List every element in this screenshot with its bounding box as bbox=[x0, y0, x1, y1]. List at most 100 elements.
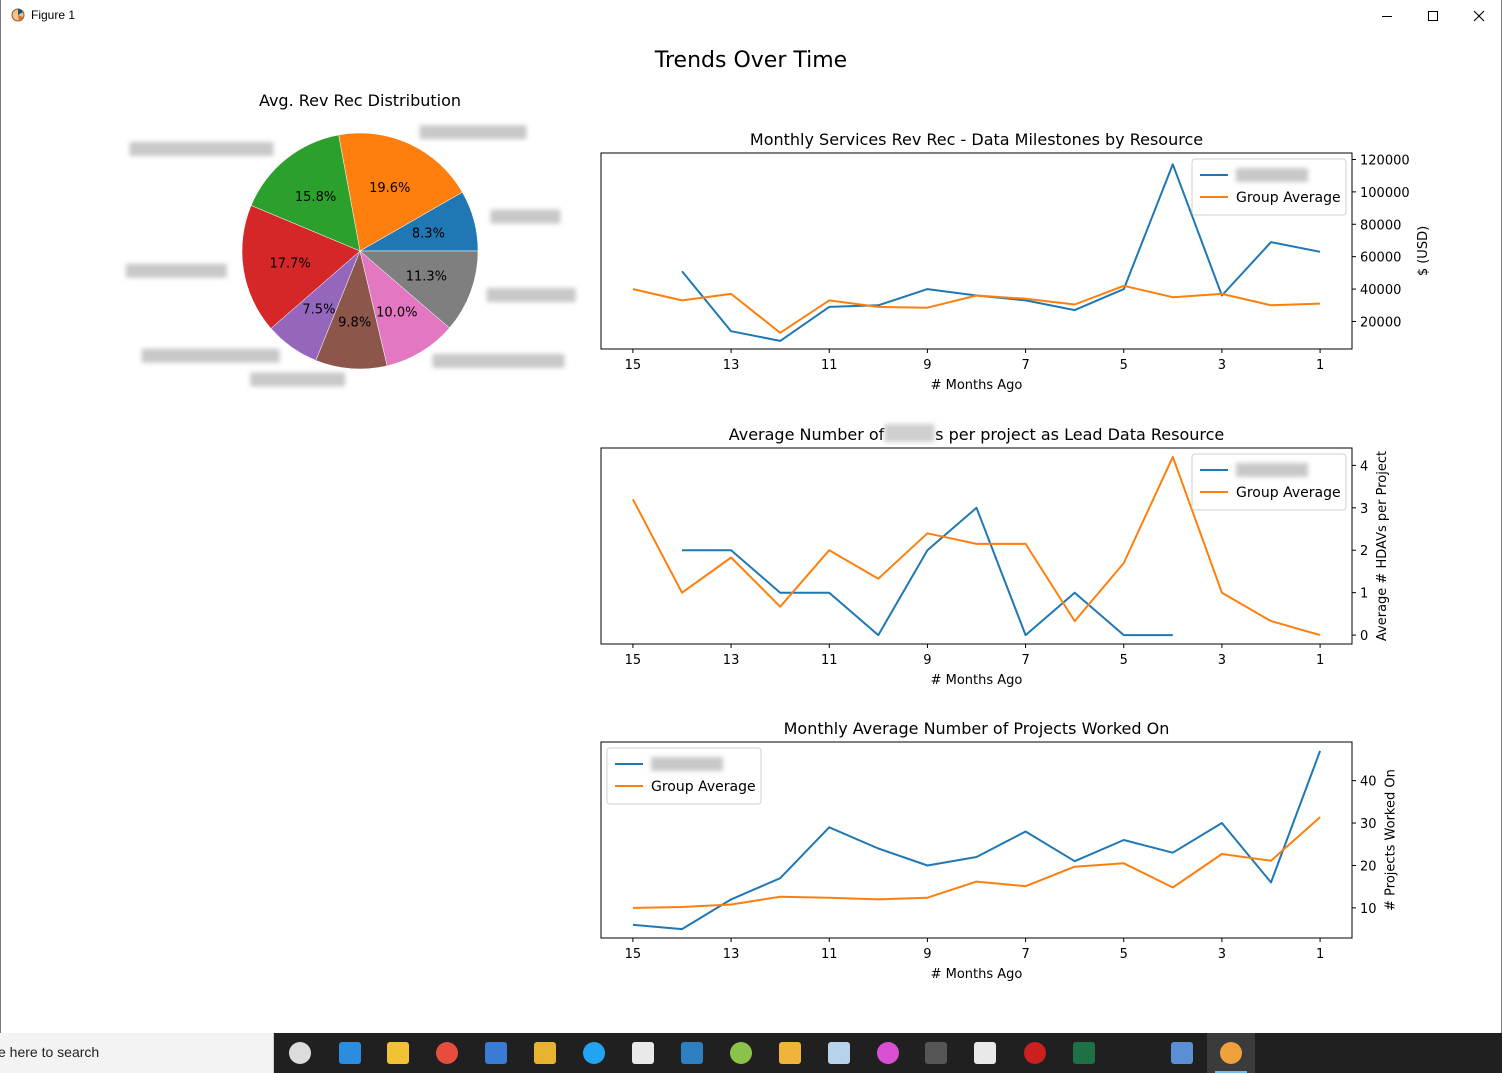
chat-app-icon bbox=[632, 1042, 654, 1064]
chart-title-part: Average Number of bbox=[729, 425, 890, 444]
taskbar-button-vscode[interactable] bbox=[570, 1033, 618, 1073]
x-tick-label: 13 bbox=[723, 358, 740, 373]
red-app-icon bbox=[1024, 1042, 1046, 1064]
taskbar-button-chat-app-2[interactable] bbox=[961, 1033, 1009, 1073]
pie-pct-label: 11.3% bbox=[406, 270, 447, 285]
taskbar-button-terminal[interactable] bbox=[912, 1033, 960, 1073]
x-tick-label: 13 bbox=[723, 947, 740, 962]
taskbar-button-task-view[interactable] bbox=[276, 1033, 324, 1073]
pie-chart: Avg. Rev Rec Distribution 8.3% 19.6% 15.8% 1… bbox=[125, 91, 576, 387]
taskbar-button-tools-app[interactable] bbox=[521, 1033, 569, 1073]
pie-pct-label: 7.5% bbox=[302, 303, 335, 318]
x-tick-label: 11 bbox=[821, 653, 838, 668]
line-chart-hdavs: Average Number of s per project as Lead … bbox=[600, 424, 1390, 688]
task-view-icon bbox=[289, 1042, 311, 1064]
x-tick-label: 7 bbox=[1021, 358, 1029, 373]
x-tick-label: 9 bbox=[923, 358, 931, 373]
taskbar-button-file-explorer[interactable] bbox=[374, 1033, 422, 1073]
pie-label-redacted bbox=[125, 263, 227, 278]
close-button[interactable] bbox=[1456, 0, 1502, 31]
maximize-button[interactable] bbox=[1410, 0, 1456, 31]
pie-pct-label: 17.7% bbox=[269, 256, 310, 271]
taskbar-button-chrome[interactable] bbox=[423, 1033, 471, 1073]
minimize-button[interactable] bbox=[1364, 0, 1410, 31]
pie-label-redacted bbox=[419, 125, 527, 140]
y-tick-label: 80000 bbox=[1360, 218, 1401, 233]
taskbar-button-eraser-app[interactable] bbox=[815, 1033, 863, 1073]
taskbar-search-box[interactable]: e here to search bbox=[0, 1033, 274, 1073]
taskbar-button-excel[interactable] bbox=[1060, 1033, 1108, 1073]
legend-label-redacted bbox=[1236, 463, 1308, 477]
taskbar-button-datagrip[interactable] bbox=[864, 1033, 912, 1073]
pie-title: Avg. Rev Rec Distribution bbox=[259, 91, 461, 110]
notepad-app-icon bbox=[730, 1042, 752, 1064]
taskbar-button-folder-person[interactable] bbox=[766, 1033, 814, 1073]
legend-box bbox=[606, 747, 762, 805]
y-tick-label: 2 bbox=[1360, 544, 1368, 559]
x-tick-label: 1 bbox=[1316, 358, 1324, 373]
y-tick-label: 0 bbox=[1360, 629, 1368, 644]
legend-label: Group Average bbox=[651, 779, 756, 795]
x-tick-label: 1 bbox=[1316, 947, 1324, 962]
matplotlib-app-icon bbox=[11, 8, 25, 22]
x-tick-label: 15 bbox=[625, 947, 642, 962]
chart-title: Average Number of s per project as Lead … bbox=[729, 425, 1225, 444]
figure-window: Figure 1 Trends Over Time Avg. Rev Rec D… bbox=[0, 0, 1502, 1033]
pie-pct-label: 15.8% bbox=[295, 190, 336, 205]
chart-title: Monthly Average Number of Projects Worke… bbox=[784, 719, 1170, 738]
legend-label-redacted bbox=[651, 757, 723, 771]
chart-title-part: s per project as Lead Data Resource bbox=[935, 425, 1224, 444]
x-tick-label: 13 bbox=[723, 653, 740, 668]
y-tick-label: 30 bbox=[1360, 817, 1377, 832]
series-line bbox=[682, 506, 1173, 637]
network-app-icon bbox=[485, 1042, 507, 1064]
s-app-icon bbox=[681, 1042, 703, 1064]
pie-label-redacted bbox=[432, 353, 565, 368]
x-tick-label: 15 bbox=[625, 653, 642, 668]
legend-box bbox=[1191, 158, 1347, 216]
line-chart-rev-rec: Monthly Services Rev Rec - Data Mileston… bbox=[600, 130, 1431, 393]
legend-label: Group Average bbox=[1236, 485, 1341, 501]
y-tick-label: 20 bbox=[1360, 859, 1377, 874]
x-tick-label: 7 bbox=[1021, 653, 1029, 668]
edge-icon bbox=[339, 1042, 361, 1064]
x-tick-label: 5 bbox=[1120, 653, 1128, 668]
x-tick-label: 3 bbox=[1218, 358, 1226, 373]
y-axis-label: # Projects Worked On bbox=[1383, 769, 1398, 911]
y-tick-label: 10 bbox=[1360, 902, 1377, 917]
y-tick-label: 4 bbox=[1360, 459, 1368, 474]
x-axis-label: # Months Ago bbox=[931, 378, 1023, 393]
taskbar-button-chat-app[interactable] bbox=[619, 1033, 667, 1073]
taskbar-button-edge[interactable] bbox=[326, 1033, 374, 1073]
taskbar-button-red-app[interactable] bbox=[1011, 1033, 1059, 1073]
taskbar-button-people-app[interactable] bbox=[1158, 1033, 1206, 1073]
y-axis-label: $ (USD) bbox=[1416, 226, 1431, 276]
pie-pct-label: 8.3% bbox=[412, 227, 445, 242]
taskbar-button-matplotlib-figure[interactable] bbox=[1207, 1033, 1255, 1073]
taskbar: e here to search bbox=[0, 1033, 1502, 1073]
file-explorer-icon bbox=[387, 1042, 409, 1064]
folder-person-icon bbox=[779, 1042, 801, 1064]
x-tick-label: 3 bbox=[1218, 653, 1226, 668]
x-tick-label: 7 bbox=[1021, 947, 1029, 962]
pie-pct-label: 19.6% bbox=[369, 181, 410, 196]
chart-title: Monthly Services Rev Rec - Data Mileston… bbox=[750, 130, 1203, 149]
pie-pct-label: 10.0% bbox=[376, 305, 417, 320]
taskbar-button-notepad-app[interactable] bbox=[717, 1033, 765, 1073]
y-tick-label: 20000 bbox=[1360, 315, 1401, 330]
x-tick-label: 9 bbox=[923, 947, 931, 962]
taskbar-button-network-app[interactable] bbox=[472, 1033, 520, 1073]
legend-box bbox=[1191, 453, 1347, 511]
vscode-icon bbox=[583, 1042, 605, 1064]
x-axis-label: # Months Ago bbox=[931, 967, 1023, 982]
taskbar-button-s-app[interactable] bbox=[668, 1033, 716, 1073]
y-tick-label: 60000 bbox=[1360, 251, 1401, 266]
x-tick-label: 1 bbox=[1316, 653, 1324, 668]
excel-icon bbox=[1073, 1042, 1095, 1064]
pie-label-redacted bbox=[141, 348, 280, 363]
chat-app-2-icon bbox=[974, 1042, 996, 1064]
title-bar[interactable]: Figure 1 bbox=[1, 0, 1501, 31]
close-icon bbox=[1473, 10, 1485, 21]
series-line bbox=[632, 284, 1321, 334]
legend-label-redacted bbox=[1236, 168, 1308, 182]
